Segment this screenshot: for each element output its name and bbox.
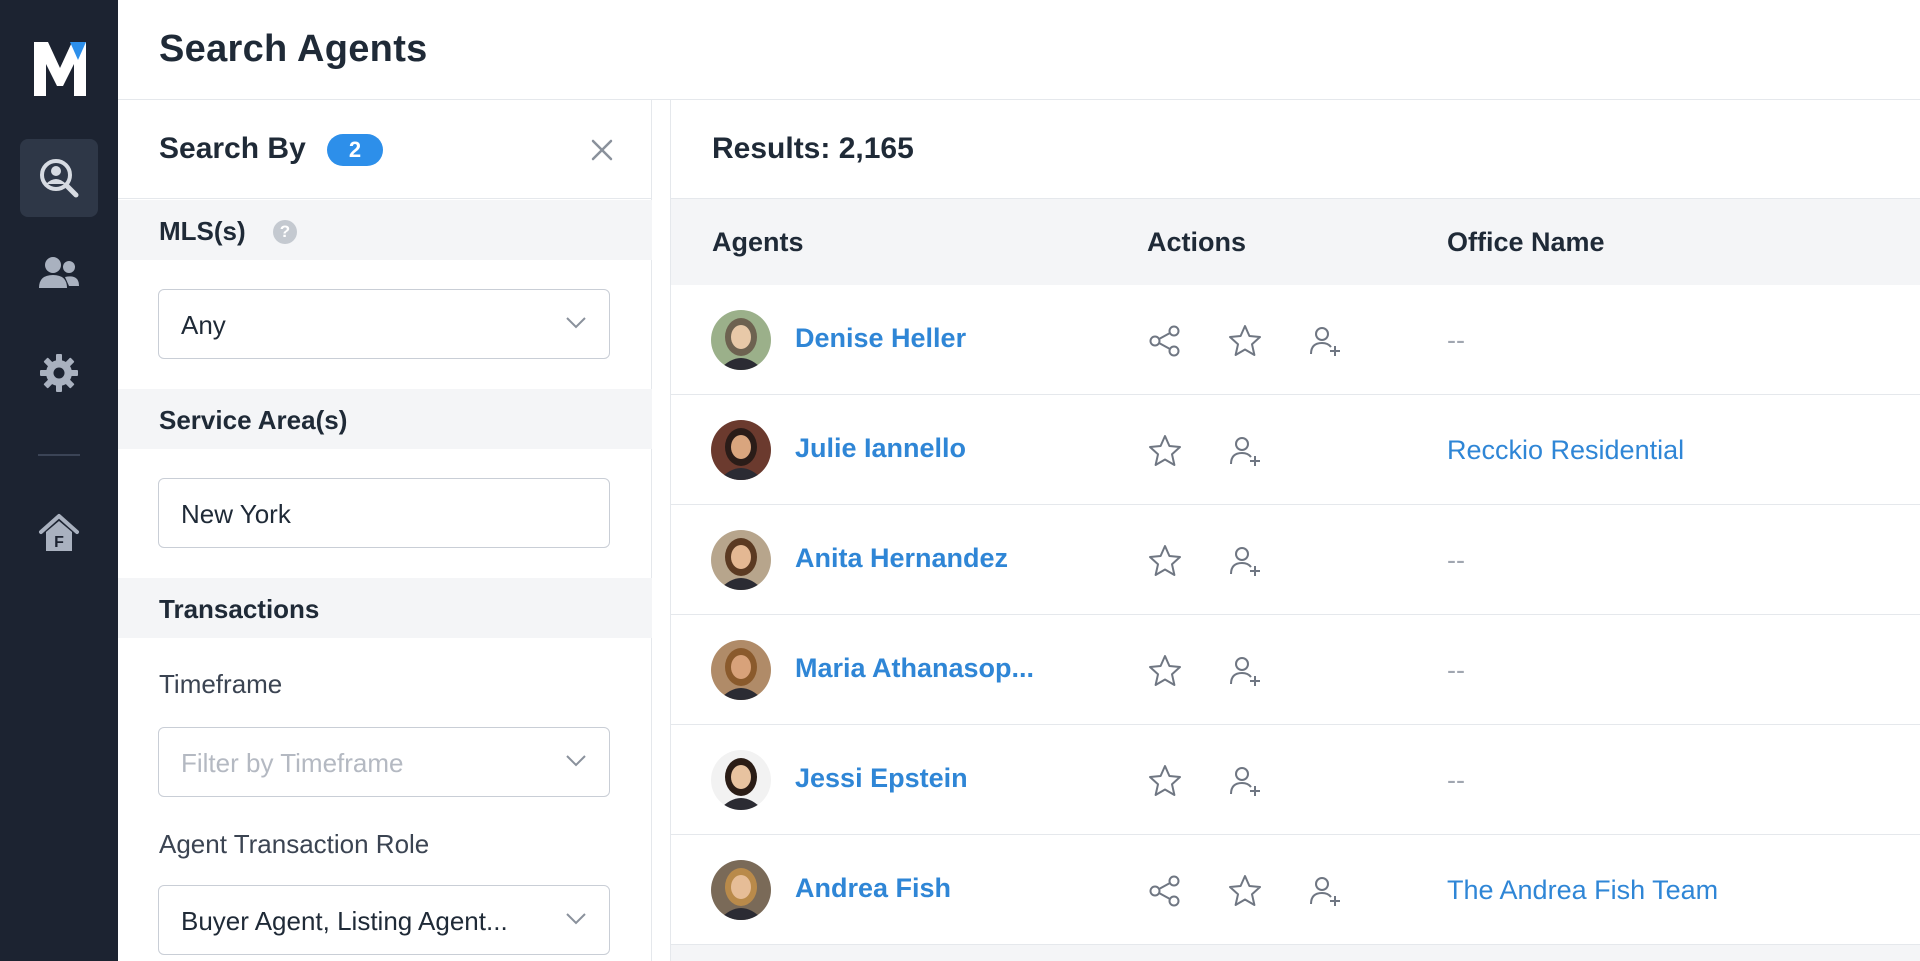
table-row[interactable]: Maria Athanasop... -- — [671, 615, 1920, 725]
search-user-icon — [40, 159, 79, 198]
avatar[interactable] — [711, 420, 771, 480]
agent-name-link[interactable]: Jessi Epstein — [795, 763, 968, 794]
results-count: Results: 2,165 — [712, 132, 914, 165]
transactions-section: Transactions — [118, 578, 652, 638]
service-area-input[interactable]: New York — [158, 478, 610, 548]
office-name-link[interactable]: The Andrea Fish Team — [1447, 875, 1718, 906]
timeframe-placeholder: Filter by Timeframe — [181, 748, 404, 778]
transactions-label: Transactions — [159, 594, 320, 624]
column-agents[interactable]: Agents — [712, 227, 804, 258]
add-contact-icon[interactable] — [1307, 873, 1343, 909]
avatar[interactable] — [711, 310, 771, 370]
close-icon[interactable] — [588, 136, 616, 164]
role-select[interactable]: Buyer Agent, Listing Agent... — [158, 885, 610, 955]
avatar[interactable] — [711, 860, 771, 920]
agent-name-link[interactable]: Denise Heller — [795, 323, 966, 354]
avatar[interactable] — [711, 530, 771, 590]
table-row[interactable]: Jessi Epstein -- — [671, 725, 1920, 835]
filter-panel-header: Search By 2 — [118, 100, 652, 199]
nav-divider — [38, 454, 80, 456]
agent-name-link[interactable]: Anita Hernandez — [795, 543, 1008, 574]
chevron-down-icon — [566, 913, 586, 925]
add-contact-icon[interactable] — [1227, 433, 1263, 469]
filter-count-badge: 2 — [327, 134, 383, 166]
add-contact-icon[interactable] — [1307, 323, 1343, 359]
role-label: Agent Transaction Role — [159, 829, 430, 859]
help-icon[interactable]: ? — [273, 220, 297, 244]
top-bar: Search Agents — [118, 0, 1920, 100]
timeframe-label: Timeframe — [159, 669, 283, 699]
nav-home-f[interactable]: F — [20, 494, 98, 572]
star-icon[interactable] — [1147, 763, 1183, 799]
column-office-name[interactable]: Office Name — [1447, 227, 1605, 258]
agent-name-link[interactable]: Julie Iannello — [795, 433, 966, 464]
office-name-empty: -- — [1447, 765, 1465, 795]
avatar[interactable] — [711, 640, 771, 700]
agent-name-link[interactable]: Andrea Fish — [795, 873, 951, 904]
add-contact-icon[interactable] — [1227, 543, 1263, 579]
add-contact-icon[interactable] — [1227, 653, 1263, 689]
star-icon[interactable] — [1227, 323, 1263, 359]
gear-icon — [40, 354, 78, 392]
m-logo-icon[interactable] — [32, 38, 88, 98]
filter-panel: Search By 2 MLS(s) ? Any Service Area(s)… — [118, 100, 652, 961]
page-title: Search Agents — [159, 28, 428, 70]
role-select-value: Buyer Agent, Listing Agent... — [181, 906, 508, 936]
table-header: Agents Actions Office Name — [671, 199, 1920, 285]
service-area-section: Service Area(s) — [118, 389, 652, 449]
office-name-empty: -- — [1447, 325, 1465, 355]
chevron-down-icon — [566, 317, 586, 329]
service-area-label: Service Area(s) — [159, 405, 348, 435]
chevron-down-icon — [566, 755, 586, 767]
table-row[interactable]: Julie Iannello Recckio Residential — [671, 395, 1920, 505]
results-header: Results: 2,165 — [671, 100, 1920, 199]
timeframe-select[interactable]: Filter by Timeframe — [158, 727, 610, 797]
results-panel: Results: 2,165 Agents Actions Office Nam… — [670, 100, 1920, 961]
office-name-empty: -- — [1447, 545, 1465, 575]
avatar[interactable] — [711, 750, 771, 810]
column-actions: Actions — [1147, 227, 1247, 257]
office-name-link[interactable]: Recckio Residential — [1447, 435, 1684, 466]
service-area-value: New York — [181, 499, 291, 529]
mls-label: MLS(s) — [159, 216, 246, 246]
nav-search-agents[interactable] — [20, 139, 98, 217]
share-icon[interactable] — [1147, 323, 1183, 359]
mls-select[interactable]: Any — [158, 289, 610, 359]
table-row[interactable]: Andrea Fish The Andrea Fish Team — [671, 835, 1920, 945]
mls-select-value: Any — [181, 310, 226, 340]
filter-title: Search By — [159, 132, 306, 165]
users-icon — [39, 257, 79, 288]
table-row[interactable]: Denise Heller -- — [671, 285, 1920, 395]
mls-section: MLS(s) ? — [118, 200, 652, 260]
star-icon[interactable] — [1227, 873, 1263, 909]
left-nav: F — [0, 0, 118, 961]
star-icon[interactable] — [1147, 543, 1183, 579]
star-icon[interactable] — [1147, 653, 1183, 689]
star-icon[interactable] — [1147, 433, 1183, 469]
share-icon[interactable] — [1147, 873, 1183, 909]
add-contact-icon[interactable] — [1227, 763, 1263, 799]
table-footer-strip — [671, 945, 1920, 961]
agent-name-link[interactable]: Maria Athanasop... — [795, 653, 1034, 684]
home-f-icon: F — [39, 514, 79, 551]
nav-contacts[interactable] — [20, 233, 98, 311]
nav-settings[interactable] — [20, 334, 98, 412]
office-name-empty: -- — [1447, 655, 1465, 685]
table-row[interactable]: Anita Hernandez -- — [671, 505, 1920, 615]
svg-text:F: F — [54, 534, 64, 551]
